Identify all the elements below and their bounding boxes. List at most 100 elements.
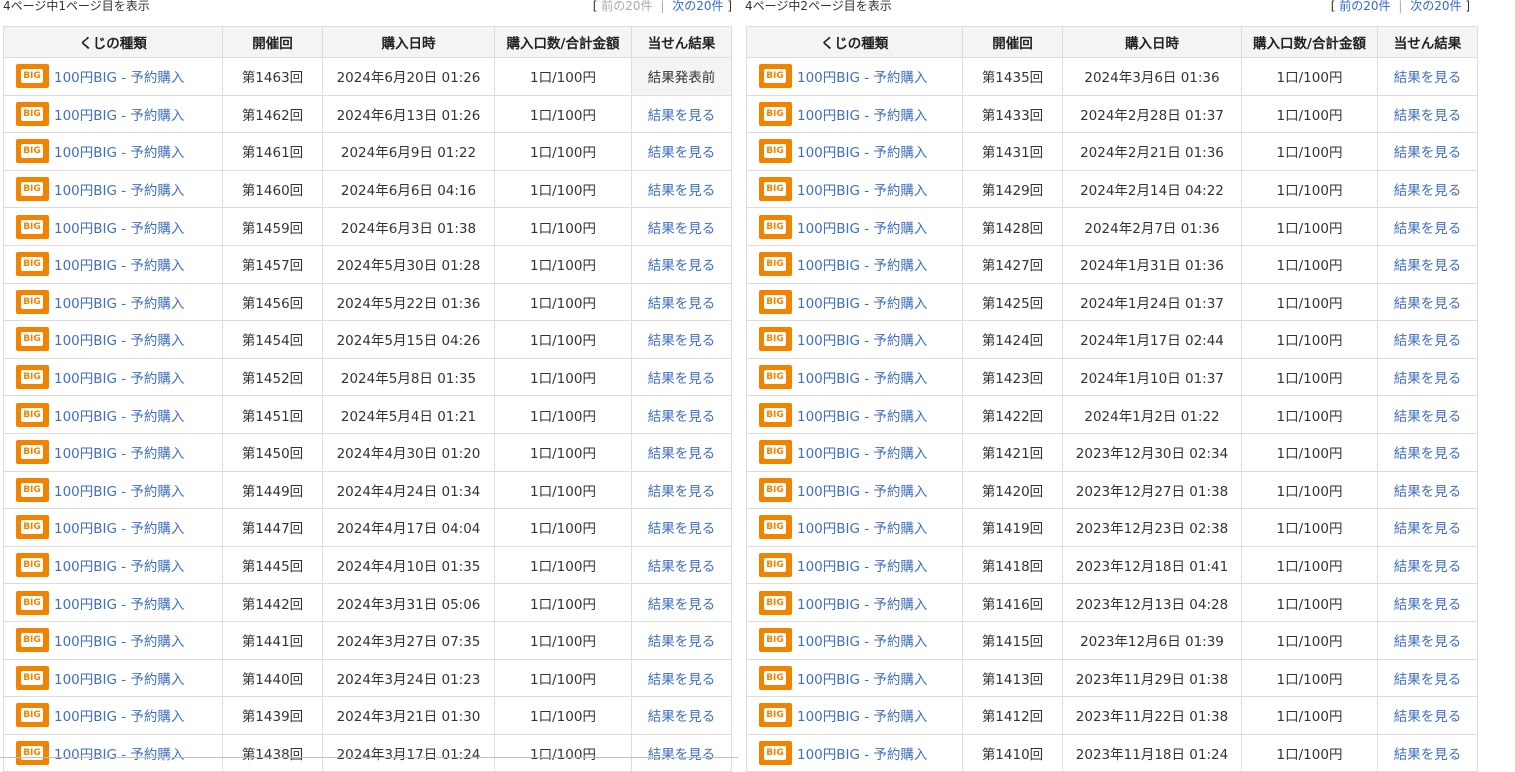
- logo-text: BIG: [764, 708, 786, 723]
- logo-text: BIG: [764, 520, 786, 535]
- view-result-link[interactable]: 結果を見る: [1394, 70, 1462, 86]
- kind-link[interactable]: 100円BIG - 予約購入: [54, 145, 184, 161]
- kind-link[interactable]: 100円BIG - 予約購入: [54, 108, 184, 124]
- view-result-link[interactable]: 結果を見る: [1394, 258, 1462, 274]
- cell-qty: 1口/100円: [494, 132, 632, 171]
- kind-link[interactable]: 100円BIG - 予約購入: [54, 634, 184, 650]
- cell-result: 結果を見る: [1377, 169, 1478, 209]
- table-row: BIG 100円BIG - 予約購入 第1463回 2024年6月20日 01:26 1…: [3, 57, 732, 96]
- kind-link[interactable]: 100円BIG - 予約購入: [797, 70, 927, 86]
- view-result-link[interactable]: 結果を見る: [648, 221, 716, 237]
- kind-link[interactable]: 100円BIG - 予約購入: [54, 70, 184, 86]
- kind-link[interactable]: 100円BIG - 予約購入: [797, 559, 927, 575]
- view-result-link[interactable]: 結果を見る: [648, 409, 716, 425]
- kind-link[interactable]: 100円BIG - 予約購入: [54, 258, 184, 274]
- view-result-link[interactable]: 結果を見る: [648, 333, 716, 349]
- table-row: BIG 100円BIG - 予約購入 第1454回 2024年5月15日 04:26 1…: [3, 320, 732, 359]
- view-result-link[interactable]: 結果を見る: [1394, 597, 1462, 613]
- cell-date: 2024年5月8日 01:35: [322, 357, 495, 397]
- view-result-link[interactable]: 結果を見る: [1394, 145, 1462, 161]
- kind-link[interactable]: 100円BIG - 予約購入: [54, 597, 184, 613]
- kind-link[interactable]: 100円BIG - 予約購入: [797, 521, 927, 537]
- big-logo-icon: BIG: [16, 101, 49, 126]
- logo-text: BIG: [764, 482, 786, 497]
- kind-link[interactable]: 100円BIG - 予約購入: [797, 709, 927, 725]
- view-result-link[interactable]: 結果を見る: [1394, 296, 1462, 312]
- kind-link[interactable]: 100円BIG - 予約購入: [797, 672, 927, 688]
- view-result-link[interactable]: 結果を見る: [1394, 409, 1462, 425]
- cell-result: 結果を見る: [1377, 583, 1478, 622]
- cell-round: 第1459回: [222, 207, 323, 246]
- view-result-link[interactable]: 結果を見る: [648, 521, 716, 537]
- view-result-link[interactable]: 結果を見る: [648, 597, 716, 613]
- view-result-link[interactable]: 結果を見る: [1394, 634, 1462, 650]
- kind-link[interactable]: 100円BIG - 予約購入: [54, 371, 184, 387]
- view-result-link[interactable]: 結果を見る: [648, 108, 716, 124]
- table-row: BIG 100円BIG - 予約購入 第1441回 2024年3月27日 07:35 1…: [3, 620, 732, 660]
- next-page-link[interactable]: 次の20件: [672, 0, 723, 13]
- kind-link[interactable]: 100円BIG - 予約購入: [54, 446, 184, 462]
- kind-link[interactable]: 100円BIG - 予約購入: [797, 333, 927, 349]
- kind-link[interactable]: 100円BIG - 予約購入: [54, 709, 184, 725]
- kind-link[interactable]: 100円BIG - 予約購入: [54, 747, 184, 763]
- view-result-link[interactable]: 結果を見る: [648, 634, 716, 650]
- kind-link[interactable]: 100円BIG - 予約購入: [54, 333, 184, 349]
- kind-link[interactable]: 100円BIG - 予約購入: [54, 183, 184, 199]
- view-result-link[interactable]: 結果を見る: [648, 183, 716, 199]
- view-result-link[interactable]: 結果を見る: [648, 145, 716, 161]
- view-result-link[interactable]: 結果を見る: [648, 672, 716, 688]
- kind-link[interactable]: 100円BIG - 予約購入: [54, 296, 184, 312]
- view-result-link[interactable]: 結果を見る: [648, 484, 716, 500]
- view-result-link[interactable]: 結果を見る: [648, 296, 716, 312]
- view-result-link[interactable]: 結果を見る: [1394, 108, 1462, 124]
- view-result-link[interactable]: 結果を見る: [648, 371, 716, 387]
- kind-link[interactable]: 100円BIG - 予約購入: [54, 672, 184, 688]
- kind-link[interactable]: 100円BIG - 予約購入: [797, 371, 927, 387]
- kind-link[interactable]: 100円BIG - 予約購入: [797, 108, 927, 124]
- big-logo-icon: BIG: [16, 252, 49, 277]
- kind-link[interactable]: 100円BIG - 予約購入: [797, 409, 927, 425]
- view-result-link[interactable]: 結果を見る: [1394, 484, 1462, 500]
- kind-link[interactable]: 100円BIG - 予約購入: [797, 296, 927, 312]
- view-result-link[interactable]: 結果を見る: [1394, 747, 1462, 763]
- view-result-link[interactable]: 結果を見る: [1394, 672, 1462, 688]
- right-history-panel: 4ページ中2ページ目を表示 [ 前の20件 | 次の20件 ] くじの種類 開催…: [745, 0, 1480, 772]
- kind-link[interactable]: 100円BIG - 予約購入: [797, 183, 927, 199]
- prev-page-link[interactable]: 前の20件: [1339, 0, 1390, 13]
- kind-link[interactable]: 100円BIG - 予約購入: [54, 409, 184, 425]
- kind-link[interactable]: 100円BIG - 予約購入: [797, 484, 927, 500]
- cell-round: 第1438回: [222, 733, 323, 772]
- view-result-link[interactable]: 結果を見る: [1394, 183, 1462, 199]
- kind-link[interactable]: 100円BIG - 予約購入: [797, 446, 927, 462]
- kind-link[interactable]: 100円BIG - 予約購入: [54, 484, 184, 500]
- view-result-link[interactable]: 結果を見る: [648, 709, 716, 725]
- view-result-link[interactable]: 結果を見る: [1394, 559, 1462, 575]
- cell-date: 2024年1月31日 01:36: [1062, 244, 1242, 284]
- view-result-link[interactable]: 結果を見る: [1394, 371, 1462, 387]
- view-result-link[interactable]: 結果を見る: [648, 559, 716, 575]
- kind-link[interactable]: 100円BIG - 予約購入: [797, 747, 927, 763]
- kind-link[interactable]: 100円BIG - 予約購入: [797, 597, 927, 613]
- next-page-link[interactable]: 次の20件: [1410, 0, 1461, 13]
- kind-link[interactable]: 100円BIG - 予約購入: [54, 559, 184, 575]
- view-result-link[interactable]: 結果を見る: [1394, 521, 1462, 537]
- view-result-link[interactable]: 結果を見る: [1394, 221, 1462, 237]
- cell-round: 第1431回: [962, 132, 1063, 171]
- kind-link[interactable]: 100円BIG - 予約購入: [797, 634, 927, 650]
- table-row: BIG 100円BIG - 予約購入 第1424回 2024年1月17日 02:44 1…: [746, 320, 1478, 359]
- kind-link[interactable]: 100円BIG - 予約購入: [797, 221, 927, 237]
- view-result-link[interactable]: 結果を見る: [648, 747, 716, 763]
- kind-link[interactable]: 100円BIG - 予約購入: [797, 145, 927, 161]
- kind-link[interactable]: 100円BIG - 予約購入: [54, 221, 184, 237]
- view-result-link[interactable]: 結果を見る: [1394, 333, 1462, 349]
- big-logo-icon: BIG: [759, 402, 792, 427]
- kind-link[interactable]: 100円BIG - 予約購入: [797, 258, 927, 274]
- bracket-open: [: [592, 0, 598, 13]
- kind-link[interactable]: 100円BIG - 予約購入: [54, 521, 184, 537]
- view-result-link[interactable]: 結果を見る: [648, 446, 716, 462]
- view-result-link[interactable]: 結果を見る: [1394, 446, 1462, 462]
- big-logo-icon: BIG: [759, 64, 792, 89]
- cell-kind: BIG 100円BIG - 予約購入: [3, 508, 223, 547]
- view-result-link[interactable]: 結果を見る: [1394, 709, 1462, 725]
- view-result-link[interactable]: 結果を見る: [648, 258, 716, 274]
